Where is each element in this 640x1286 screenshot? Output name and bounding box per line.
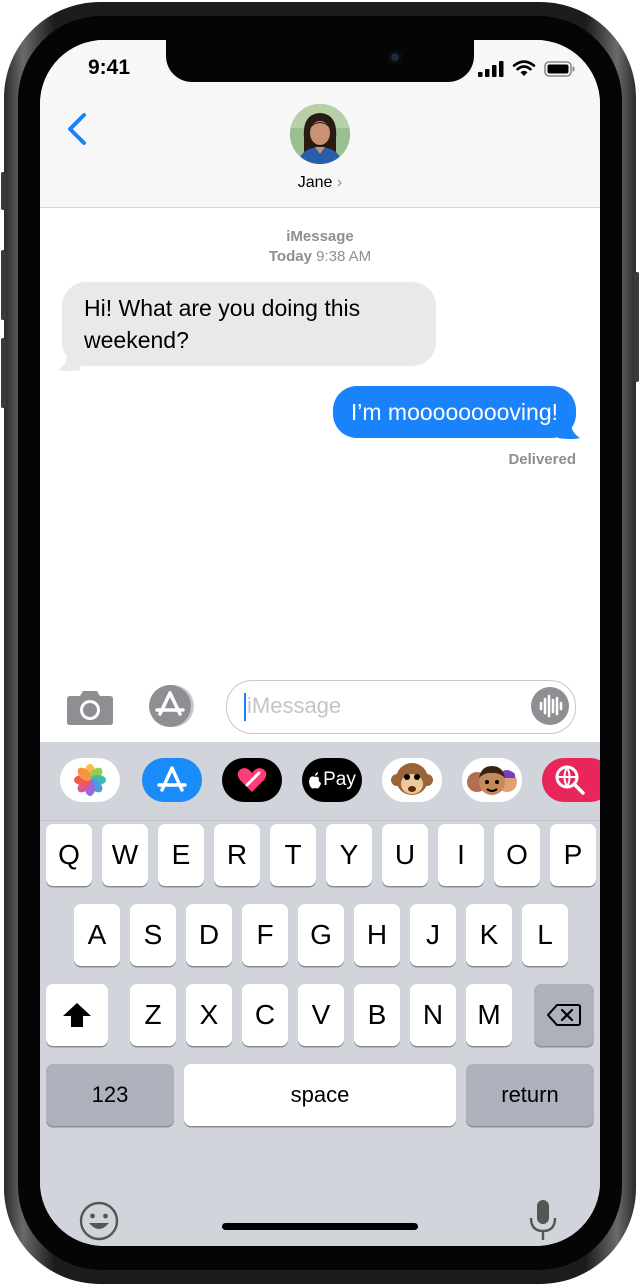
camera-icon[interactable]: [66, 688, 114, 726]
waveform-icon: [539, 694, 563, 718]
emoji-icon[interactable]: [78, 1200, 120, 1242]
key-j[interactable]: J: [410, 904, 456, 966]
apple-pay-label: Pay: [323, 769, 356, 790]
screen: Jane › 9:41 iMessage Today 9:38 AM Hi! W…: [40, 40, 600, 1246]
incoming-message-bubble[interactable]: Hi! What are you doing this weekend?: [62, 282, 436, 366]
front-camera: [388, 50, 402, 64]
status-icons: [478, 60, 576, 77]
contact-name-button[interactable]: Jane ›: [40, 174, 600, 192]
timestamp-time: 9:38 AM: [316, 248, 372, 265]
photos-icon: [74, 764, 106, 796]
key-f[interactable]: F: [242, 904, 288, 966]
shift-arrow-icon: [63, 1003, 91, 1027]
cellular-signal-icon: [478, 61, 504, 77]
app-drawer-digital-touch[interactable]: [222, 758, 282, 802]
key-h[interactable]: H: [354, 904, 400, 966]
key-u[interactable]: U: [382, 824, 428, 886]
key-s[interactable]: S: [130, 904, 176, 966]
app-drawer-images[interactable]: [542, 758, 600, 802]
outgoing-message-bubble[interactable]: I’m mooooooooving!: [332, 386, 576, 438]
audio-message-button[interactable]: [531, 687, 569, 725]
apple-pay-icon: [309, 771, 322, 788]
text-caret: [244, 693, 246, 721]
message-input-placeholder: iMessage: [247, 693, 342, 718]
shift-key[interactable]: [46, 984, 108, 1046]
volume-up-button: [1, 250, 6, 320]
key-x[interactable]: X: [186, 984, 232, 1046]
key-o[interactable]: O: [494, 824, 540, 886]
app-drawer-memoji[interactable]: [462, 758, 522, 802]
contact-avatar[interactable]: [290, 104, 350, 164]
volume-down-button: [1, 338, 6, 408]
delivery-status: Delivered: [508, 451, 576, 468]
key-k[interactable]: K: [466, 904, 512, 966]
delete-key[interactable]: [534, 984, 594, 1046]
wifi-icon: [512, 60, 536, 76]
app-store-icon: [157, 766, 187, 792]
timestamp-day: Today: [268, 248, 312, 265]
key-v[interactable]: V: [298, 984, 344, 1046]
dictation-microphone-icon[interactable]: [528, 1198, 558, 1242]
key-p[interactable]: P: [550, 824, 596, 886]
contact-name: Jane: [297, 174, 333, 191]
side-button: [634, 272, 639, 382]
app-drawer-photos[interactable]: [60, 758, 120, 802]
key-w[interactable]: W: [102, 824, 148, 886]
battery-icon: [544, 61, 575, 77]
message-input-field[interactable]: iMessage: [226, 680, 576, 734]
compose-bar: iMessage: [40, 670, 600, 742]
key-b[interactable]: B: [354, 984, 400, 1046]
key-g[interactable]: G: [298, 904, 344, 966]
key-e[interactable]: E: [158, 824, 204, 886]
notch: [166, 40, 474, 82]
service-label: iMessage: [286, 228, 354, 245]
app-drawer-animoji[interactable]: [382, 758, 442, 802]
app-drawer-app-store[interactable]: [142, 758, 202, 802]
timestamp: Today 9:38 AM: [40, 248, 600, 265]
chevron-right-icon: ›: [336, 174, 343, 191]
back-chevron-icon[interactable]: [64, 112, 90, 146]
key-y[interactable]: Y: [326, 824, 372, 886]
numbers-key[interactable]: 123: [46, 1064, 174, 1126]
backspace-icon: [546, 1004, 581, 1026]
key-l[interactable]: L: [522, 904, 568, 966]
key-d[interactable]: D: [186, 904, 232, 966]
key-t[interactable]: T: [270, 824, 316, 886]
key-n[interactable]: N: [410, 984, 456, 1046]
key-i[interactable]: I: [438, 824, 484, 886]
return-key[interactable]: return: [466, 1064, 594, 1126]
key-q[interactable]: Q: [46, 824, 92, 886]
monkey-animoji-icon: [391, 763, 433, 795]
mute-switch: [1, 172, 6, 210]
app-store-button[interactable]: [146, 684, 196, 728]
space-key[interactable]: space: [184, 1064, 456, 1126]
digital-touch-icon: [237, 768, 267, 792]
gif-search-icon: [555, 765, 585, 795]
home-indicator[interactable]: [222, 1223, 418, 1230]
key-c[interactable]: C: [242, 984, 288, 1046]
status-time: 9:41: [88, 56, 131, 79]
key-z[interactable]: Z: [130, 984, 176, 1046]
app-store-icon: [149, 685, 194, 727]
app-drawer: Pay: [40, 742, 600, 821]
app-drawer-apple-pay[interactable]: Pay: [302, 758, 362, 802]
key-m[interactable]: M: [466, 984, 512, 1046]
keyboard: Pay Q W E R T Y U I O P A S D F G H J K …: [40, 742, 600, 1246]
key-a[interactable]: A: [74, 904, 120, 966]
memoji-stickers-icon: [467, 766, 517, 795]
key-r[interactable]: R: [214, 824, 260, 886]
